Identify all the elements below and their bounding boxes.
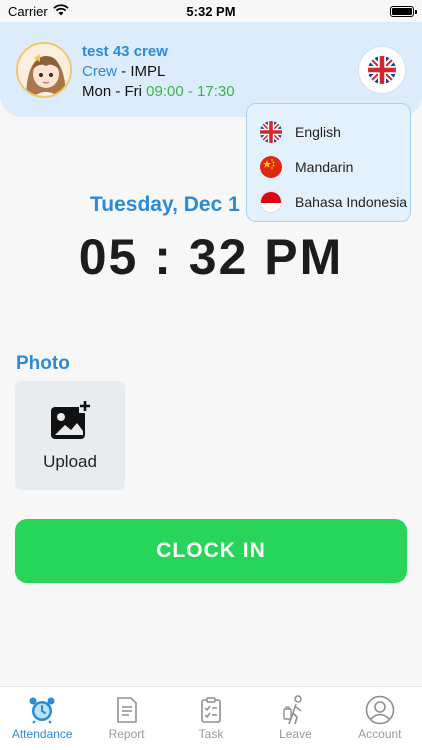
photo-upload-button[interactable]: Upload <box>15 381 125 490</box>
language-option-label: English <box>295 123 341 140</box>
status-bar: Carrier 5:32 PM <box>0 0 422 22</box>
language-option-label: Bahasa Indonesia <box>295 193 408 210</box>
tab-attendance[interactable]: Attendance <box>0 687 84 750</box>
task-icon <box>196 695 226 725</box>
uk-flag-icon <box>260 120 282 143</box>
account-icon <box>365 695 395 725</box>
language-selector-button[interactable] <box>358 46 406 94</box>
tab-account[interactable]: Account <box>338 687 422 750</box>
carrier-label: Carrier <box>8 3 48 19</box>
tab-label: Attendance <box>11 727 73 741</box>
user-name: test 43 crew <box>82 43 168 60</box>
uk-flag-icon <box>368 56 396 84</box>
language-dropdown: English Mandarin Bahasa Indonesia <box>246 103 411 222</box>
tab-label: Account <box>358 727 402 741</box>
user-info: test 43 crew Crew - IMPL Mon - Fri 09:00… <box>82 42 235 102</box>
alarm-clock-icon <box>27 695 57 725</box>
language-option-mandarin[interactable]: Mandarin <box>247 149 410 184</box>
leave-icon <box>280 695 310 725</box>
tab-task[interactable]: Task <box>169 687 253 750</box>
user-role-line: Crew - IMPL <box>82 62 235 82</box>
tab-leave[interactable]: Leave <box>253 687 337 750</box>
language-option-label: Mandarin <box>295 158 354 175</box>
bottom-tab-bar: Attendance Report Task Leave Account <box>0 686 422 750</box>
avatar[interactable] <box>16 42 72 98</box>
company-name: IMPL <box>130 63 166 80</box>
language-option-english[interactable]: English <box>247 114 410 149</box>
upload-label: Upload <box>43 452 97 471</box>
tab-label: Report <box>108 727 145 741</box>
photo-section-title: Photo <box>16 353 70 374</box>
indonesia-flag-icon <box>260 190 282 213</box>
tab-report[interactable]: Report <box>84 687 168 750</box>
date-label: Tuesday, Dec 1 <box>90 193 240 216</box>
clock-in-button[interactable]: CLOCK IN <box>15 519 407 583</box>
language-option-bahasa-indonesia[interactable]: Bahasa Indonesia <box>247 184 410 219</box>
add-photo-icon <box>49 399 91 446</box>
schedule-days: Mon - Fri <box>82 83 142 100</box>
report-icon <box>112 695 142 725</box>
schedule-time: 09:00 - 17:30 <box>146 83 235 100</box>
status-left: Carrier <box>8 4 69 19</box>
china-flag-icon <box>260 155 282 178</box>
schedule-line: Mon - Fri 09:00 - 17:30 <box>82 82 235 102</box>
user-role: Crew <box>82 63 118 80</box>
role-separator: - <box>117 63 131 80</box>
wifi-icon <box>53 3 69 19</box>
clock-display: 05 : 32 PM <box>78 229 344 285</box>
tab-label: Task <box>198 727 224 741</box>
battery-icon <box>390 5 417 17</box>
tab-label: Leave <box>279 727 312 741</box>
